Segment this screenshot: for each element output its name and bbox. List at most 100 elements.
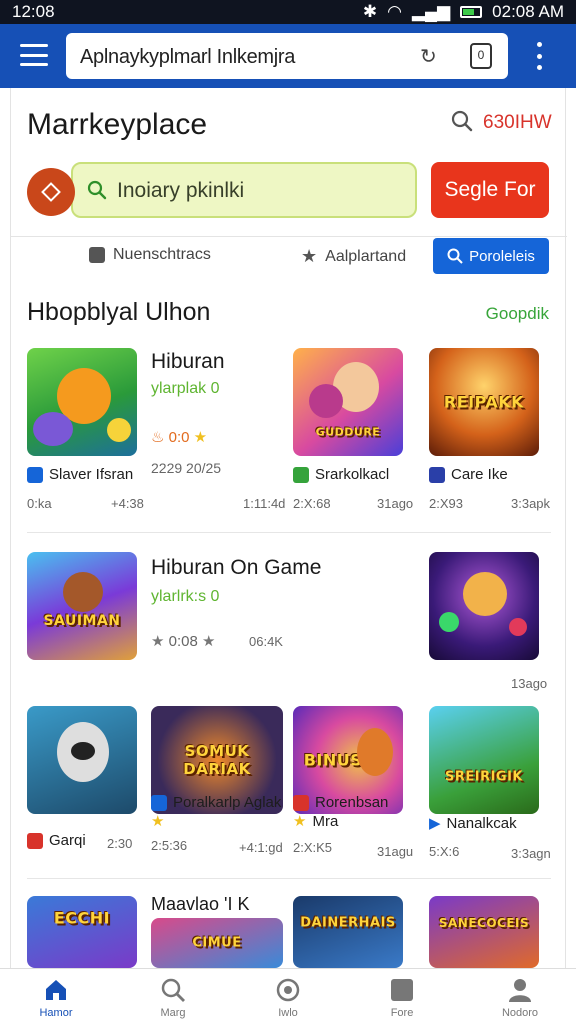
game-thumbnail[interactable]: SAUIMAN [27, 552, 137, 660]
thumbnail-text: GUDDURE [315, 425, 381, 439]
divider [11, 236, 567, 237]
thumbnail-text: REIPAKK [443, 392, 525, 412]
game-thumbnail[interactable]: REIPAKK [429, 348, 539, 456]
meta-time: 31agu [377, 844, 414, 859]
search-icon[interactable] [451, 110, 473, 132]
thumbnail-text: SOMUK DARIAK [183, 742, 251, 778]
play-icon: ▶ [429, 815, 441, 832]
bottom-navigation: Hamor Marg Iwlo Fore Nodoro [0, 968, 576, 1024]
app-icon [293, 466, 309, 483]
meta-size: 5:X:6 [429, 844, 460, 859]
game-thumbnail[interactable]: CIMUE [151, 918, 283, 968]
search-icon [161, 978, 185, 1002]
game-thumbnail[interactable]: ECCHI [27, 896, 137, 968]
game-thumbnail[interactable] [27, 348, 137, 456]
game-label[interactable]: Slaver Ifsran [27, 466, 133, 483]
status-clock: 02:08 AM [492, 2, 564, 21]
game-label-text: Slaver Ifsran [49, 466, 134, 483]
game-label[interactable]: Garqi [27, 832, 86, 849]
game-label[interactable]: Poralkarlp Aglak [151, 794, 281, 811]
rating: ★ 0:08 ★ [151, 632, 215, 650]
bluetooth-icon: ✱ [362, 2, 378, 21]
game-thumbnail[interactable] [429, 552, 539, 660]
nav-label: Fore [390, 1007, 414, 1019]
game-title[interactable]: Hiburan [151, 350, 225, 374]
meta-size: 0:ka [27, 496, 52, 511]
filter-label: Poroleleis [469, 247, 535, 265]
game-label-text: Garqi [49, 832, 86, 849]
wifi-icon: ◠ [387, 2, 402, 21]
section-title: Hbopblyal Ulhon [27, 298, 211, 326]
filter-label: Aalplartand [325, 247, 407, 265]
meta-time: 1:11:4d [243, 496, 286, 511]
search-input[interactable]: Inoiary pkinlki [71, 162, 417, 218]
thumbnail-text: DAINERHAIS [300, 915, 396, 931]
star-icon: ★ [301, 246, 318, 266]
person-icon [509, 979, 531, 1002]
meta-time: +4:38 [111, 496, 144, 511]
game-label-text: Srarkolkacl [315, 466, 390, 483]
game-label[interactable]: Rorenbsan [293, 794, 388, 811]
game-title[interactable]: Maavlao 'I K [151, 894, 249, 915]
meta-time: 3:3apk [511, 496, 551, 511]
nav-home[interactable]: Hamor [16, 977, 96, 1019]
game-label-text: Nanalkcak [446, 814, 517, 832]
rating-value: 0:0 [168, 429, 190, 446]
game-title[interactable]: Hiburan On Game [151, 556, 321, 580]
flame-icon: ♨ [151, 429, 165, 446]
rating: ★ [151, 812, 164, 830]
nav-profile[interactable]: Nodoro [480, 977, 560, 1019]
game-label[interactable]: ▶ Nanalkcak [429, 814, 517, 833]
square-icon [391, 979, 413, 1001]
game-thumbnail[interactable]: DAINERHAIS [293, 896, 403, 968]
game-label[interactable]: Care Ike [429, 466, 508, 483]
release-date: 2229 20/25 [151, 460, 222, 476]
game-subtitle: ylarlrk:s 0 [151, 588, 220, 605]
game-thumbnail[interactable]: SANECOCEIS [429, 896, 539, 968]
search-button[interactable]: Segle For [431, 162, 549, 218]
overflow-menu-icon[interactable] [532, 42, 546, 70]
filter-chip-active[interactable]: Poroleleis [433, 238, 549, 274]
status-bar: 12:08 ✱ ◠ ▂▄▆ 02:08 AM [0, 0, 576, 24]
reload-icon[interactable]: ↻ [420, 44, 437, 69]
game-label-text: Care Ike [451, 466, 508, 483]
thumbnail-text: ECCHI [53, 908, 111, 928]
game-thumbnail[interactable]: SREIRIGIK [429, 706, 539, 814]
meta-time: +4:1:gd [239, 840, 283, 855]
search-icon [87, 180, 107, 200]
search-icon [447, 248, 463, 264]
thumbnail-text: SAUIMAN [43, 613, 121, 630]
game-thumbnail[interactable]: GUDDURE [293, 348, 403, 456]
meta-time: 13ago [511, 676, 548, 691]
nav-label: Marg [160, 1007, 186, 1019]
game-sublabel: ★ Mra [293, 812, 338, 831]
meta-size: 2:X93 [429, 496, 463, 511]
page-title: Marrkeyplace [27, 108, 208, 141]
thumbnail-text: SREIRIGIK [444, 769, 524, 785]
game-label[interactable]: Srarkolkacl [293, 466, 389, 483]
nav-search[interactable]: Marg [133, 977, 213, 1019]
star-icon: ★ [151, 813, 165, 830]
see-more-link[interactable]: Goopdik [486, 304, 549, 324]
diamond-icon[interactable] [27, 168, 75, 216]
nav-store[interactable]: Fore [362, 977, 442, 1019]
status-time: 12:08 [12, 2, 55, 21]
game-subtitle: ylarplak 0 [151, 380, 220, 397]
game-thumbnail[interactable] [27, 706, 137, 814]
nav-play[interactable]: Iwlo [248, 977, 328, 1019]
nav-label: Iwlo [278, 1007, 298, 1019]
filter-chip-1[interactable]: Nuenschtracs [89, 246, 211, 264]
header-search-label[interactable]: 630IHW [483, 112, 552, 134]
filter-chip-2[interactable]: ★ Aalplartand [301, 246, 406, 267]
url-bar[interactable]: Aplnaykyplmarl Inlkemjra ↻ 0 [66, 33, 508, 79]
filter-label: Nuenschtracs [113, 246, 211, 263]
meta-size: 2:5:36 [151, 838, 188, 853]
url-text[interactable]: Aplnaykyplmarl Inlkemjra [80, 46, 295, 69]
thumbnail-text: SANECOCEIS [438, 916, 530, 931]
menu-icon[interactable] [20, 44, 48, 66]
meta-size: 2:X:K5 [293, 840, 333, 855]
divider [27, 532, 551, 533]
divider [27, 878, 551, 879]
tabs-icon[interactable]: 0 [470, 43, 492, 69]
browser-toolbar: Aplnaykyplmarl Inlkemjra ↻ 0 [0, 24, 576, 88]
